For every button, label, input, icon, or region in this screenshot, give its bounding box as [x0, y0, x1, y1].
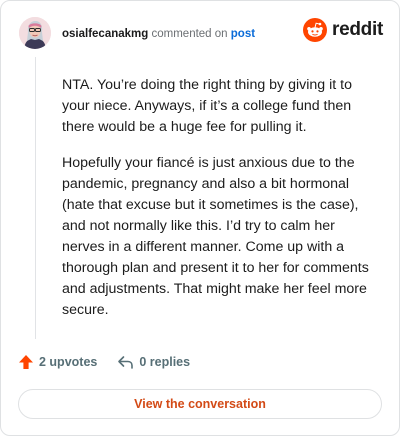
- comment-paragraph-2: Hopefully your fiancé is just anxious du…: [62, 155, 369, 318]
- reddit-logo-icon: [303, 18, 328, 42]
- user-avatar-icon: [19, 17, 51, 49]
- action-text: commented on: [151, 28, 228, 40]
- comment-header: osialfecanakmg commented on post: [62, 27, 255, 41]
- author-username[interactable]: osialfecanakmg: [62, 28, 148, 40]
- upvote-button[interactable]: 2 upvotes: [18, 354, 97, 370]
- reddit-wordmark: reddit: [332, 19, 383, 40]
- view-conversation-button[interactable]: View the conversation: [18, 389, 382, 419]
- upvote-count: 2 upvotes: [39, 355, 98, 369]
- comment-actions: 2 upvotes 0 replies: [18, 354, 210, 370]
- post-link[interactable]: post: [231, 28, 255, 40]
- reply-count: 0 replies: [139, 355, 191, 369]
- comment-body: NTA. You’re doing the right thing by giv…: [62, 75, 380, 336]
- reddit-brand[interactable]: reddit: [303, 18, 383, 42]
- reply-arrow-icon: [118, 356, 134, 369]
- comment-paragraph-1: NTA. You’re doing the right thing by giv…: [62, 77, 352, 135]
- reply-button[interactable]: 0 replies: [117, 354, 190, 370]
- thread-line: [35, 57, 36, 339]
- avatar[interactable]: [19, 17, 51, 49]
- embedded-comment-card: osialfecanakmg commented on post reddit …: [0, 0, 400, 436]
- upvote-arrow-icon: [19, 355, 33, 369]
